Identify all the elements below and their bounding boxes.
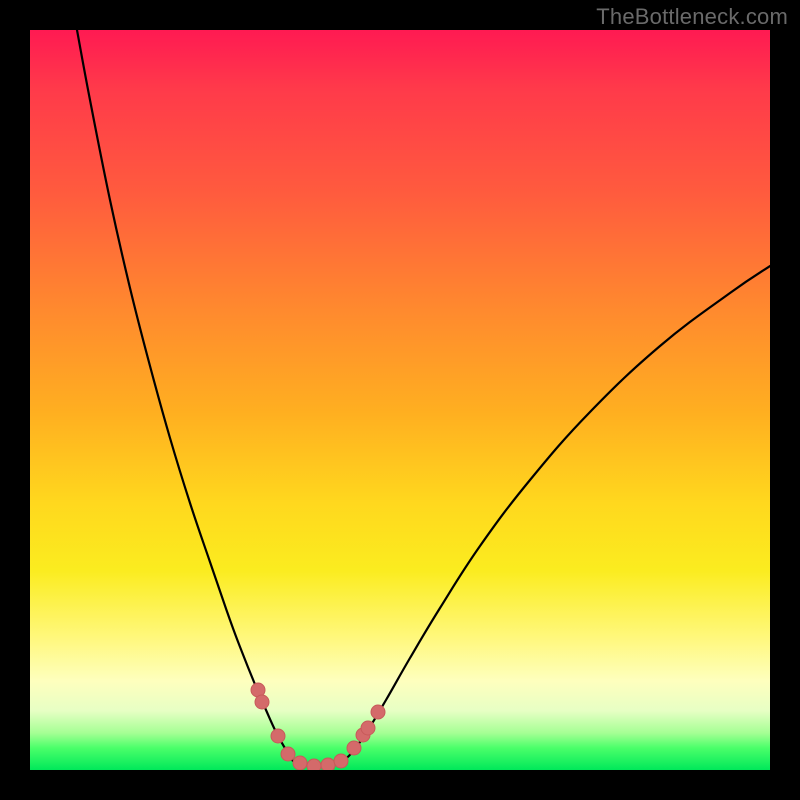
marker-group (251, 683, 385, 770)
chart-frame: TheBottleneck.com (0, 0, 800, 800)
curve-marker (281, 747, 295, 761)
bottleneck-curve (77, 30, 770, 766)
curve-marker (371, 705, 385, 719)
watermark-text: TheBottleneck.com (596, 4, 788, 30)
curve-marker (271, 729, 285, 743)
curve-marker (307, 759, 321, 770)
curve-marker (347, 741, 361, 755)
curve-svg (30, 30, 770, 770)
curve-marker (334, 754, 348, 768)
curve-marker (255, 695, 269, 709)
plot-area (30, 30, 770, 770)
curve-marker (293, 756, 307, 770)
curve-marker (321, 758, 335, 770)
curve-marker (361, 721, 375, 735)
